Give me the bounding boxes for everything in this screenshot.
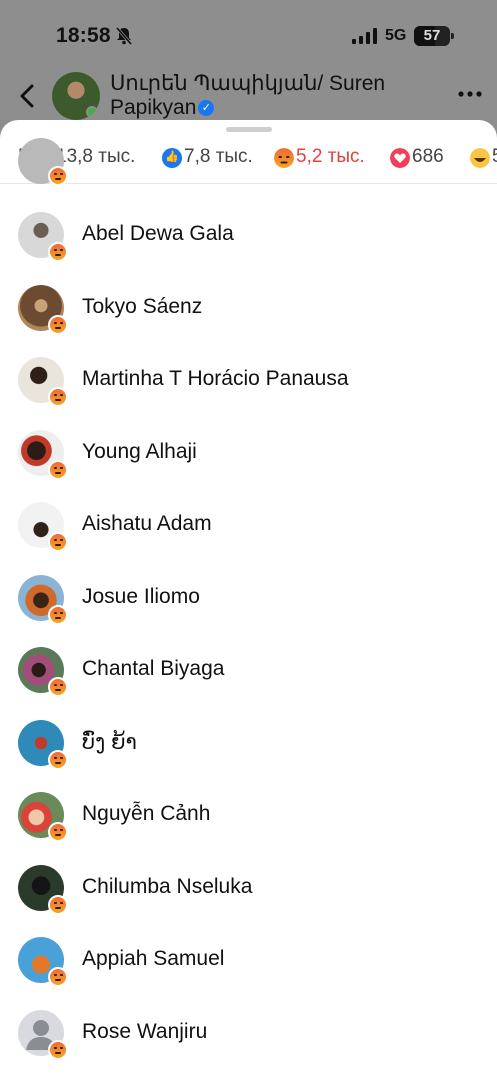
mute-bell-icon [115, 27, 133, 45]
angry-reaction-badge-icon [48, 314, 68, 335]
angry-reaction-badge-icon [48, 242, 68, 262]
reactor-name[interactable]: ບົ່ງ ຍ້າ [82, 730, 137, 755]
reactor-name[interactable]: Nguyễn Cảnh [82, 802, 210, 826]
reactor-row[interactable]: Rose Wanjiru [0, 998, 497, 1070]
angry-icon [274, 148, 294, 168]
page-title-text: Սուրեն Պապիկյան/ Suren Papikyan [110, 72, 386, 119]
reactor-row[interactable]: Young Alhaji [0, 418, 497, 490]
reactor-name[interactable]: Young Alhaji [82, 440, 197, 464]
reactor-name[interactable]: Josue Iliomo [82, 585, 200, 609]
reactor-row[interactable]: Josue Iliomo [0, 563, 497, 635]
tab-haha-label: 5 [492, 146, 497, 168]
page-title[interactable]: Սուրեն Պապիկյան/ Suren Papikyan ✓ [110, 72, 410, 120]
haha-icon [470, 148, 490, 168]
reactor-name[interactable]: Abel Dewa Gala [82, 222, 234, 246]
reactor-name[interactable]: Tokyo Sáenz [82, 295, 202, 319]
status-time: 18:58 [56, 24, 111, 47]
dimmed-backdrop: 18:58 5G 57 Սուրեն Պապիկյան/ Suren Papik… [0, 0, 497, 140]
reactor-row[interactable]: Abel Dewa Gala [0, 200, 497, 272]
reactions-sheet: Все 13,8 тыс. 7,8 тыс. 5,2 тыс. 686 [0, 120, 497, 1080]
angry-reaction-badge-icon [48, 459, 68, 480]
angry-reaction-badge-icon [48, 894, 68, 915]
angry-reaction-badge-icon [48, 1039, 68, 1060]
reactor-row[interactable]: Appiah Samuel [0, 925, 497, 997]
back-chevron-icon[interactable] [14, 80, 42, 112]
more-options-icon[interactable] [456, 84, 484, 104]
angry-reaction-badge-icon [48, 532, 68, 552]
angry-reaction-badge-icon [48, 822, 68, 842]
reactor-row[interactable]: Tokyo Sáenz [0, 273, 497, 345]
sheet-grabber[interactable] [226, 127, 272, 132]
reactor-name[interactable]: Martinha T Horácio Panausa [82, 367, 349, 391]
angry-reaction-badge-icon [48, 749, 68, 770]
tab-love-label: 686 [412, 146, 444, 167]
partially-visible-row [0, 138, 497, 194]
reactor-name[interactable]: Aishatu Adam [82, 512, 212, 536]
reactor-row[interactable]: Aishatu Adam [0, 490, 497, 562]
reactor-name[interactable]: Chantal Biyaga [82, 657, 224, 681]
reactor-row[interactable]: Nguyễn Cảnh [0, 780, 497, 852]
battery-icon: 57 [414, 26, 454, 46]
tab-angry-label: 5,2 тыс. [296, 146, 365, 167]
like-icon [162, 148, 182, 168]
page-avatar[interactable] [52, 72, 100, 120]
online-status-dot [86, 106, 98, 118]
tab-like-label: 7,8 тыс. [184, 146, 253, 167]
reactor-name[interactable]: Chilumba Nseluka [82, 875, 252, 899]
angry-reaction-badge-icon [48, 604, 68, 625]
reactor-row[interactable]: Chantal Biyaga [0, 635, 497, 707]
reactor-name[interactable]: Appiah Samuel [82, 947, 224, 971]
love-icon [390, 148, 410, 168]
reactor-name[interactable]: Rose Wanjiru [82, 1020, 207, 1044]
reactor-row[interactable]: Martinha T Horácio Panausa [0, 345, 497, 417]
reactor-row[interactable]: Chilumba Nseluka [0, 853, 497, 925]
status-bar: 18:58 5G 57 [0, 0, 497, 62]
signal-icon [352, 28, 377, 44]
verified-badge-icon: ✓ [198, 100, 215, 117]
reactor-row[interactable]: ບົ່ງ ຍ້າ [0, 708, 497, 780]
angry-reaction-badge-icon [48, 967, 68, 987]
battery-level: 57 [423, 27, 441, 44]
angry-reaction-badge-icon [48, 677, 68, 697]
angry-reaction-badge-icon [48, 387, 68, 407]
angry-reaction-badge-icon [48, 166, 68, 186]
network-label: 5G [385, 27, 407, 44]
